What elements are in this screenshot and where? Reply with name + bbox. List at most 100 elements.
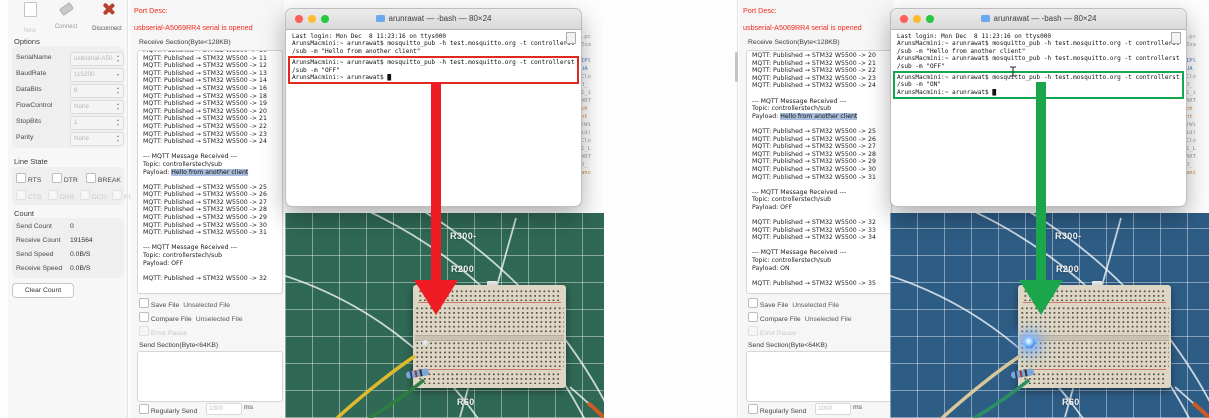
- checkbox-icon[interactable]: [748, 404, 758, 414]
- checkbox-label: Compare File: [150, 316, 192, 323]
- log-line: MQTT: Published → STM32 W5500 -> 20: [143, 107, 267, 115]
- receive-log[interactable]: MQTT: Published → STM32 W5500 -> 10 MQTT:…: [137, 50, 283, 294]
- interval-input[interactable]: 1000: [815, 403, 851, 415]
- regularly-send-checkbox[interactable]: Regularly Send: [748, 404, 806, 415]
- screenshot-led-off: New Connect Disconnect Options SerialNam…: [0, 0, 604, 418]
- send-input[interactable]: [137, 351, 283, 402]
- code-fragment: anc: [581, 170, 591, 176]
- scroll-indicator-icon[interactable]: [566, 32, 576, 44]
- count-value: 0.0B/S: [70, 251, 91, 258]
- stepper-icon[interactable]: ▴ ▾: [114, 133, 122, 145]
- led: [422, 340, 429, 347]
- rts-checkbox[interactable]: RTS: [16, 173, 41, 184]
- terminal-line: ArunsMacmini:~ arunrawat$ mosquitto_pub …: [292, 59, 575, 67]
- log-line: MQTT: Published → STM32 W5500 -> 21: [752, 59, 876, 67]
- checkbox-icon[interactable]: [16, 173, 26, 183]
- code-fragment: Clo: [581, 74, 591, 80]
- checkbox-icon[interactable]: [52, 173, 62, 183]
- save-file-checkbox[interactable]: Save File Unselected File: [139, 298, 230, 309]
- data-bits-select[interactable]: 8 ▴ ▾: [70, 84, 124, 98]
- log-line: Topic: controllerstech/sub: [143, 252, 223, 260]
- checkbox-icon[interactable]: [139, 298, 149, 308]
- checkbox-label: DCD: [91, 194, 107, 201]
- receive-log[interactable]: MQTT: Published → STM32 W5500 -> 20 MQTT:…: [746, 50, 892, 294]
- stepper-icon[interactable]: ▴ ▾: [114, 53, 122, 65]
- baud-rate-select[interactable]: 115200 ▾: [70, 68, 124, 82]
- checkbox-icon[interactable]: [139, 404, 149, 414]
- serial-monitor-panel: Port Desc: usbserial-A5069RR4 serial is …: [130, 0, 284, 418]
- checkbox-icon[interactable]: [748, 298, 758, 308]
- dtr-checkbox[interactable]: DTR: [52, 173, 78, 184]
- parity-select[interactable]: None ▴ ▾: [70, 132, 124, 146]
- send-section-title: Send Section(Byte<64KB): [748, 342, 828, 349]
- count-value: 191564: [70, 237, 93, 244]
- terminal-line: /sub -m "OFF": [292, 66, 340, 74]
- new-button[interactable]: New: [18, 2, 42, 37]
- send-input[interactable]: [746, 351, 892, 402]
- stepper-icon[interactable]: ▴ ▾: [114, 101, 122, 113]
- stop-bits-select[interactable]: 1 ▴ ▾: [70, 116, 124, 130]
- connect-button[interactable]: Connect: [50, 1, 82, 33]
- field-value: 1: [74, 119, 78, 126]
- checkbox-label: BREAK: [97, 177, 121, 184]
- disconnect-button[interactable]: Disconnect: [88, 2, 126, 35]
- count-label: Receive Count: [16, 237, 61, 244]
- stage: New Connect Disconnect Options SerialNam…: [0, 0, 1209, 418]
- terminal-boxed-lines: ArunsMacmini:~ arunrawat$ mosquitto_pub …: [292, 59, 575, 81]
- red-arrow-annotation: [414, 82, 458, 315]
- checkbox-icon[interactable]: [139, 312, 149, 322]
- regularly-send-checkbox[interactable]: Regularly Send: [139, 404, 197, 415]
- checkbox-label: Save File: [150, 302, 180, 309]
- terminal-line: /sub -m "Hello from another client": [292, 47, 421, 55]
- code-fragment: UA: [1186, 66, 1193, 72]
- chevron-down-icon[interactable]: ▾: [114, 69, 122, 81]
- port-desc-label: Port Desc:: [134, 6, 168, 15]
- terminal-line: ArunsMacmini:~ arunrawat$ █: [292, 74, 392, 82]
- log-line: Topic: controllerstech/sub: [752, 105, 832, 113]
- log-line: MQTT: Published → STM32 W5500 -> 29: [143, 214, 267, 222]
- stepper-icon[interactable]: ▴ ▾: [114, 117, 122, 129]
- terminal-lines: Last login: Mon Dec 8 11:23:16 on ttys00…: [292, 33, 575, 55]
- log-line: MQTT: Published → STM32 W5500 -> 31: [143, 229, 267, 237]
- compare-file-value: Unselected File: [195, 316, 243, 323]
- green-arrow-annotation: [1019, 82, 1063, 315]
- checkbox-icon[interactable]: [748, 312, 758, 322]
- led-glowing: [1024, 337, 1035, 348]
- code-fragment: IPl: [581, 58, 591, 64]
- clear-count-button[interactable]: Clear Count: [12, 283, 74, 298]
- log-line: MQTT: Published → STM32 W5500 -> 32: [143, 274, 267, 282]
- checkbox-icon[interactable]: [86, 173, 96, 183]
- terminal-content[interactable]: Last login: Mon Dec 8 11:23:16 on ttys00…: [286, 30, 581, 85]
- flow-control-select[interactable]: None ▴ ▾: [70, 100, 124, 114]
- checkbox-label: DTR: [63, 177, 78, 184]
- log-line: MQTT: Published → STM32 W5500 -> 14: [143, 77, 267, 85]
- terminal-line: ArunsMacmini:~ arunrawat$ mosquitto_pub …: [897, 74, 1180, 82]
- code-fragment: ART: [581, 154, 591, 160]
- port-desc-label: Port Desc:: [743, 6, 777, 15]
- field-value: 115200: [74, 71, 95, 78]
- scroll-indicator-icon[interactable]: [1171, 32, 1181, 44]
- code-fragment: nt: [1186, 114, 1193, 120]
- field-label: DataBits: [16, 86, 42, 93]
- code-fragment: O_: [1186, 162, 1193, 168]
- compare-file-checkbox[interactable]: Compare File Unselected File: [748, 312, 852, 323]
- stepper-icon[interactable]: ▴ ▾: [114, 85, 122, 97]
- save-file-checkbox[interactable]: Save File Unselected File: [748, 298, 839, 309]
- scrollbar-thumb[interactable]: [735, 52, 738, 82]
- serial-name-select[interactable]: usbserial-A50... ▴ ▾: [70, 52, 124, 66]
- field-label: Parity: [16, 134, 34, 141]
- code-fragment: 1_L: [581, 146, 591, 152]
- code-fragment: [1186, 49, 1209, 57]
- log-line: MQTT: Published → STM32 W5500 -> 25: [752, 127, 876, 135]
- compare-file-checkbox[interactable]: Compare File Unselected File: [139, 312, 243, 323]
- interval-input[interactable]: 1000: [206, 403, 242, 415]
- log-line: MQTT: Published → STM32 W5500 -> 27: [752, 143, 876, 151]
- break-checkbox[interactable]: BREAK: [86, 173, 121, 184]
